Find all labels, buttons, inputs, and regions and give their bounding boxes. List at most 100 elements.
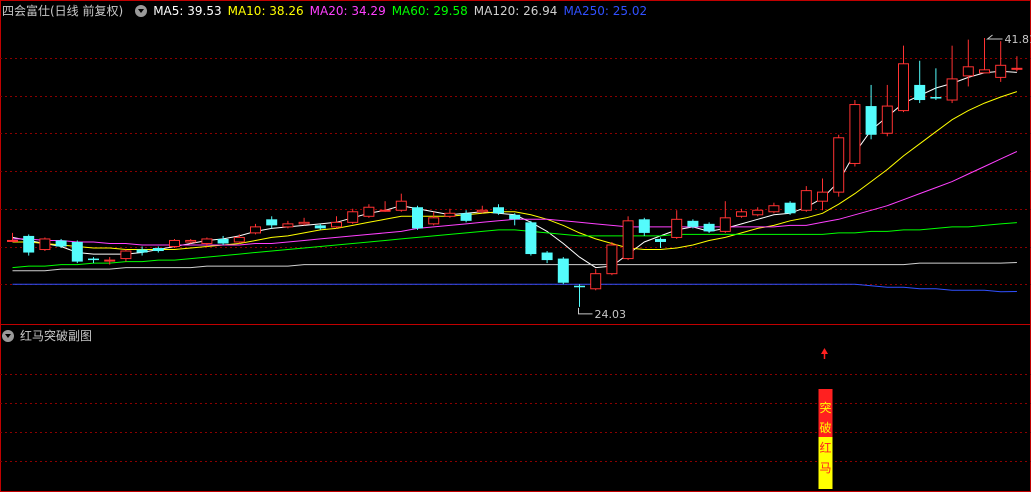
candle-body bbox=[152, 248, 164, 252]
candle-body bbox=[703, 223, 715, 232]
candle-body bbox=[833, 137, 845, 193]
up-candle bbox=[428, 211, 440, 226]
up-candle bbox=[817, 178, 828, 211]
up-candle bbox=[768, 202, 780, 214]
up-candle bbox=[395, 193, 407, 212]
candle-body bbox=[817, 191, 828, 202]
candle-body bbox=[590, 273, 602, 290]
up-candle bbox=[169, 238, 180, 249]
candle-body bbox=[574, 285, 585, 288]
candle-body bbox=[233, 236, 245, 243]
up-candle bbox=[298, 217, 310, 226]
candle-body bbox=[638, 219, 650, 233]
down-candle bbox=[655, 237, 666, 249]
low-price-label: 24.03 bbox=[595, 308, 627, 321]
up-candle bbox=[736, 208, 747, 218]
candle-body bbox=[1011, 67, 1023, 70]
signal-text-char: 红 bbox=[819, 440, 831, 455]
candle-body bbox=[460, 213, 472, 221]
low-price-pointer bbox=[578, 307, 593, 315]
grid-lines bbox=[0, 0, 1031, 492]
down-candle bbox=[525, 220, 537, 256]
main-chart-header: 四会富仕(日线 前复权) MA5: 39.53 MA10: 38.26 MA20… bbox=[0, 2, 653, 20]
up-candle bbox=[444, 208, 456, 218]
candle-body bbox=[622, 220, 634, 260]
ma250-line bbox=[12, 283, 1017, 293]
candle-body bbox=[314, 225, 326, 229]
down-candle bbox=[574, 284, 585, 307]
candle-body bbox=[979, 69, 990, 74]
up-candle bbox=[622, 216, 634, 261]
up-candle bbox=[849, 100, 861, 167]
down-candle bbox=[23, 234, 35, 256]
down-candle bbox=[703, 222, 715, 233]
candle-body bbox=[898, 63, 909, 112]
signal-arrow-head bbox=[821, 348, 828, 354]
signal-text-char: 马 bbox=[819, 461, 831, 475]
candle-body bbox=[946, 78, 958, 101]
candle-body bbox=[557, 258, 569, 283]
down-candle bbox=[266, 216, 278, 229]
main-chart-menu-icon[interactable] bbox=[135, 5, 148, 17]
ma120-label: MA120: 26.94 bbox=[473, 4, 558, 18]
moving-average-lines bbox=[12, 70, 1018, 293]
high-price-pointer bbox=[986, 34, 1003, 40]
down-candle bbox=[865, 84, 877, 140]
sub-chart-title: 红马突破副图 bbox=[20, 329, 93, 343]
candle-body bbox=[23, 235, 35, 253]
candle-body bbox=[39, 238, 51, 251]
candle-body bbox=[250, 226, 261, 234]
up-candle bbox=[120, 249, 132, 262]
candle-body bbox=[962, 66, 974, 77]
candle-body bbox=[104, 259, 116, 262]
candle-body bbox=[671, 218, 683, 238]
up-candle bbox=[979, 37, 990, 74]
candle-body bbox=[930, 97, 942, 99]
up-candle bbox=[590, 269, 602, 291]
candle-body bbox=[800, 190, 812, 211]
up-candle bbox=[671, 210, 683, 239]
ma120-line bbox=[12, 262, 1017, 272]
down-candle bbox=[638, 217, 650, 236]
candle-body bbox=[379, 209, 391, 212]
sub-chart-menu-icon[interactable] bbox=[2, 330, 14, 342]
candle-body bbox=[136, 249, 148, 253]
candle-body bbox=[444, 212, 456, 217]
candle-body bbox=[687, 220, 699, 227]
candle-body bbox=[363, 206, 375, 217]
candle-body bbox=[476, 209, 488, 213]
ma5-label: MA5: 39.53 bbox=[153, 4, 222, 18]
candle-body bbox=[88, 258, 99, 261]
candle-body bbox=[995, 64, 1007, 78]
candle-body bbox=[71, 241, 83, 262]
down-candle bbox=[71, 240, 83, 264]
candle-body bbox=[865, 106, 877, 135]
up-candle bbox=[719, 201, 731, 233]
candle-body bbox=[849, 104, 861, 164]
candle-body bbox=[120, 250, 132, 260]
ma20-label: MA20: 34.29 bbox=[309, 4, 386, 18]
candle-body bbox=[201, 238, 213, 244]
candle-body bbox=[541, 252, 553, 261]
up-candle bbox=[833, 134, 845, 197]
ma5-line bbox=[12, 70, 1017, 269]
down-candle bbox=[930, 68, 942, 101]
candle-body bbox=[752, 209, 764, 216]
down-candle bbox=[217, 235, 229, 245]
candle-body bbox=[395, 200, 407, 211]
ma60-label: MA60: 29.58 bbox=[391, 4, 468, 18]
candle-body bbox=[509, 214, 521, 220]
candle-body bbox=[881, 105, 893, 134]
down-candle bbox=[493, 204, 504, 215]
candle-body bbox=[298, 221, 310, 225]
up-candle bbox=[881, 84, 893, 137]
sub-chart-header: 红马突破副图 bbox=[0, 327, 98, 345]
candle-body bbox=[784, 202, 796, 214]
candle-body bbox=[55, 240, 67, 247]
signal-text-char: 突 bbox=[819, 400, 831, 415]
ma250-label: MA250: 25.02 bbox=[563, 4, 648, 18]
down-candle bbox=[412, 205, 423, 230]
candle-body bbox=[655, 238, 666, 242]
stock-title: 四会富仕(日线 前复权) bbox=[2, 4, 124, 18]
up-candle bbox=[379, 201, 391, 212]
